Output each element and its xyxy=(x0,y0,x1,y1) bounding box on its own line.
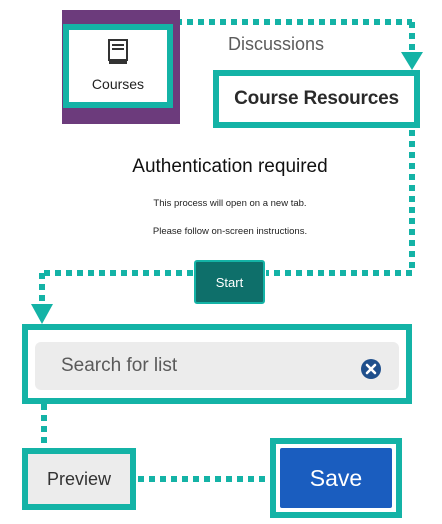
preview-button[interactable]: Preview xyxy=(22,448,136,510)
course-resources-nav-item[interactable]: Course Resources xyxy=(213,70,420,128)
arrowhead-to-resources xyxy=(401,52,423,70)
clear-search-icon[interactable] xyxy=(360,358,382,380)
auth-title: Authentication required xyxy=(132,156,328,177)
preview-label: Preview xyxy=(46,468,112,489)
start-button[interactable]: Start xyxy=(194,260,265,304)
search-input[interactable] xyxy=(35,342,399,390)
save-button[interactable]: Save xyxy=(280,448,392,508)
auth-instruction-1: This process will open on a new tab. xyxy=(153,198,307,209)
auth-instruction-2: Please follow on-screen instructions. xyxy=(152,226,308,237)
courses-label: Courses xyxy=(91,76,145,92)
courses-nav-item[interactable]: Courses xyxy=(63,24,173,108)
course-resources-label: Course Resources xyxy=(234,88,399,109)
discussions-nav-item[interactable]: Discussions xyxy=(228,34,324,55)
arrowhead-to-search xyxy=(31,304,53,324)
book-icon xyxy=(108,39,128,64)
